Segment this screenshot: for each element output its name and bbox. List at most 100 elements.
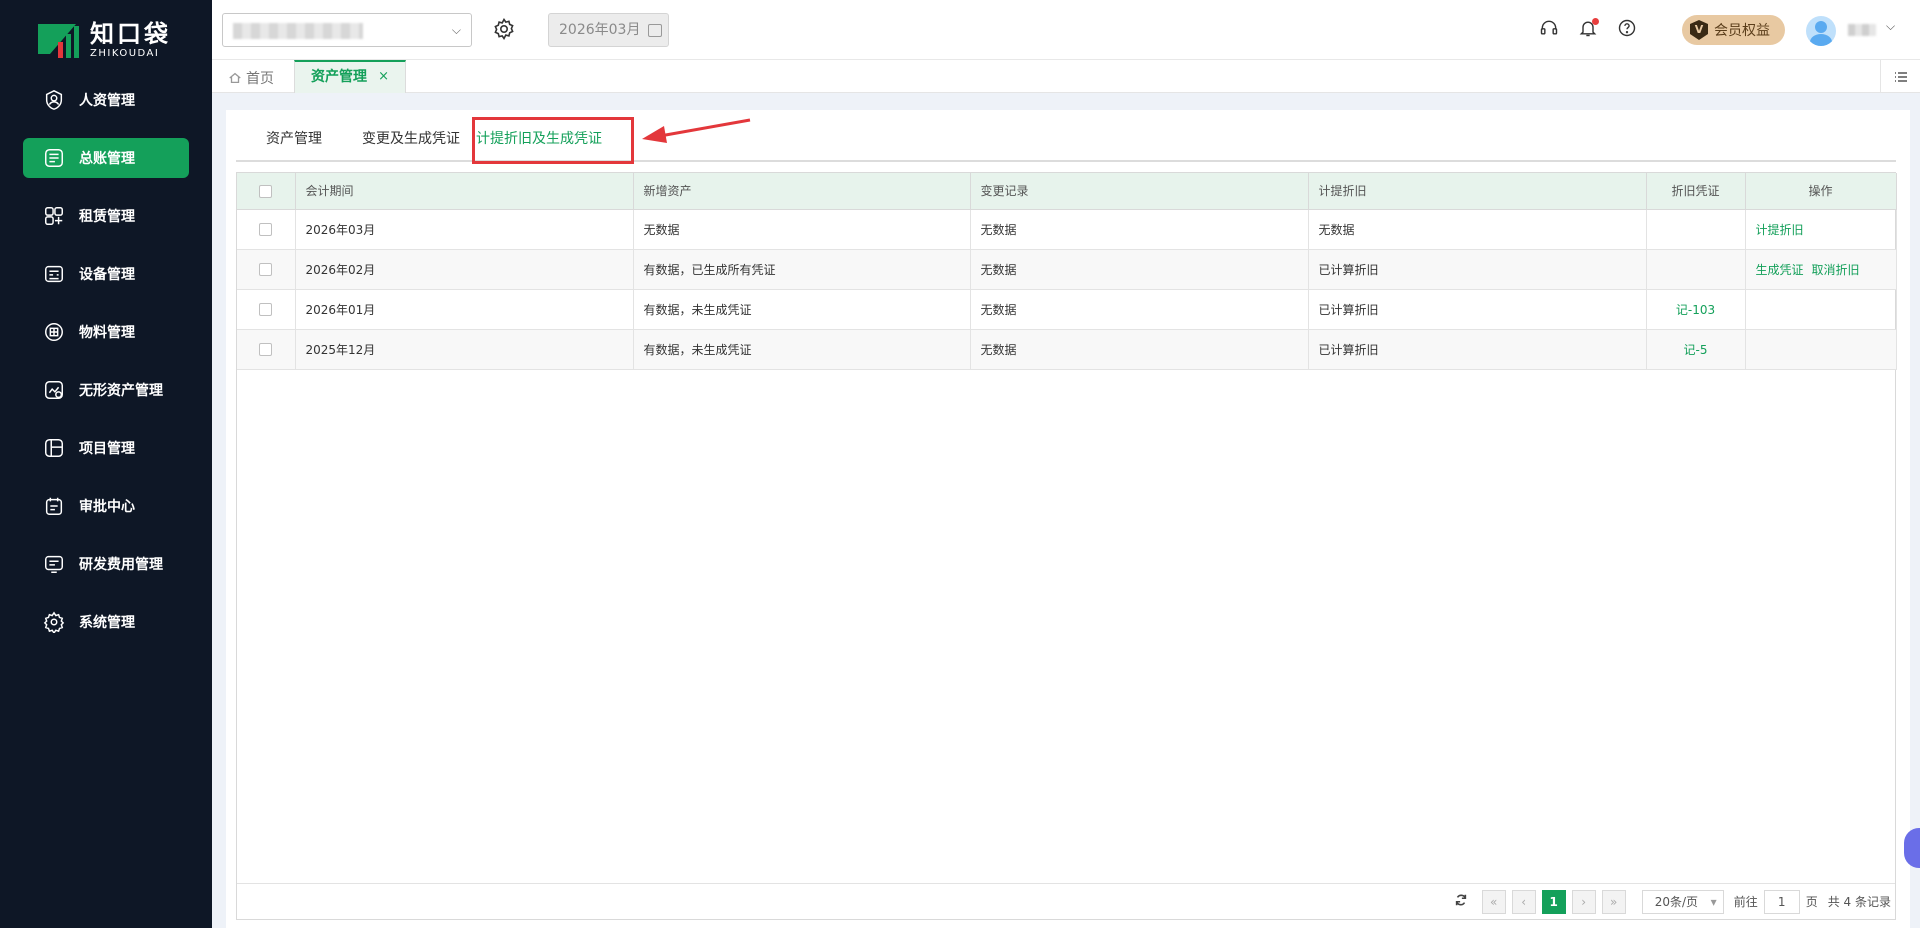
subtab-changes-vouchers[interactable]: 变更及生成凭证 bbox=[362, 128, 460, 148]
select-all-checkbox-cell bbox=[237, 173, 296, 210]
row-checkbox[interactable] bbox=[259, 303, 273, 316]
settings-gear-icon[interactable] bbox=[492, 17, 518, 43]
person-icon bbox=[43, 89, 65, 111]
goto-label: 前往 bbox=[1733, 895, 1758, 909]
sidebar-item-intangible-assets[interactable]: 无形资产管理 bbox=[23, 370, 189, 410]
headset-icon[interactable] bbox=[1539, 18, 1561, 40]
page-button-current[interactable]: 1 bbox=[1541, 889, 1566, 914]
table-row: 2026年01月 有数据，未生成凭证 无数据 已计算折旧 记-103 bbox=[237, 289, 1897, 330]
column-header[interactable]: 变更记录 bbox=[970, 173, 1309, 210]
row-checkbox-cell bbox=[237, 289, 296, 330]
sidebar-item-lease[interactable]: 租赁管理 bbox=[23, 196, 189, 236]
sidebar-item-equipment[interactable]: 设备管理 bbox=[23, 254, 189, 294]
chevron-down-icon[interactable]: ⌵ bbox=[1886, 19, 1895, 34]
company-name-redacted bbox=[233, 23, 363, 39]
cell-period: 2026年03月 bbox=[295, 209, 634, 250]
cell-new-assets: 无数据 bbox=[633, 209, 971, 250]
bell-icon[interactable] bbox=[1578, 18, 1600, 40]
username-redacted bbox=[1848, 24, 1876, 36]
company-select[interactable]: ⌵ bbox=[222, 13, 472, 47]
cell-depreciation: 已计算折旧 bbox=[1308, 249, 1647, 290]
cell-depreciation: 已计算折旧 bbox=[1308, 289, 1647, 330]
help-icon[interactable] bbox=[1617, 18, 1639, 40]
row-checkbox[interactable] bbox=[259, 343, 273, 356]
page-tabs: 首页 资产管理 × bbox=[212, 60, 1920, 93]
project-icon bbox=[43, 437, 65, 459]
row-checkbox-cell bbox=[237, 329, 296, 370]
sidebar-item-hr[interactable]: 人资管理 bbox=[23, 80, 189, 120]
page-size-select[interactable]: 20条/页 bbox=[1641, 889, 1724, 914]
home-icon bbox=[229, 72, 241, 84]
cell-actions: 生成凭证 取消折旧 bbox=[1745, 249, 1897, 290]
cell-changes: 无数据 bbox=[970, 209, 1309, 250]
avatar[interactable] bbox=[1806, 16, 1836, 46]
row-checkbox-cell bbox=[237, 249, 296, 290]
table-row: 2026年03月 无数据 无数据 无数据 计提折旧 bbox=[237, 209, 1897, 250]
page-unit-label: 页 bbox=[1805, 895, 1818, 909]
header-actions bbox=[1539, 18, 1639, 40]
chat-widget-icon[interactable] bbox=[1904, 828, 1920, 868]
tab-list-menu[interactable] bbox=[1880, 60, 1920, 93]
tab-label: 资产管理 bbox=[311, 69, 367, 85]
sidebar-item-label: 无形资产管理 bbox=[79, 383, 163, 399]
tab-home[interactable]: 首页 bbox=[228, 68, 274, 88]
sidebar-item-material[interactable]: 物料管理 bbox=[23, 312, 189, 352]
cell-period: 2025年12月 bbox=[295, 329, 634, 370]
sidebar-item-label: 研发费用管理 bbox=[79, 557, 163, 573]
tab-asset-management[interactable]: 资产管理 × bbox=[294, 60, 406, 93]
vip-label: 会员权益 bbox=[1714, 23, 1770, 39]
chevron-down-icon: ⌵ bbox=[451, 23, 461, 37]
sidebar-item-ledger[interactable]: 总账管理 bbox=[23, 138, 189, 178]
close-icon[interactable]: × bbox=[378, 62, 389, 92]
cell-voucher bbox=[1646, 249, 1746, 290]
column-header: 操作 bbox=[1745, 173, 1897, 210]
sidebar-item-projects[interactable]: 项目管理 bbox=[23, 428, 189, 468]
column-header[interactable]: 折旧凭证 bbox=[1646, 173, 1746, 210]
pagination: « ‹ 1 › » 20条/页 前往 1 页 共 4 条记录 bbox=[237, 883, 1895, 919]
tab-home-label: 首页 bbox=[246, 71, 274, 87]
generate-voucher-link[interactable]: 生成凭证 bbox=[1756, 263, 1804, 277]
column-header[interactable]: 会计期间 bbox=[295, 173, 634, 210]
subtab-asset-management[interactable]: 资产管理 bbox=[266, 128, 322, 148]
logo-subtitle: ZHIKOUDAI bbox=[90, 48, 160, 59]
cancel-depreciation-link[interactable]: 取消折旧 bbox=[1812, 263, 1860, 277]
app-logo[interactable]: 知口袋 ZHIKOUDAI bbox=[36, 20, 171, 62]
vip-benefits-button[interactable]: V 会员权益 bbox=[1682, 15, 1785, 45]
first-page-button[interactable]: « bbox=[1481, 889, 1506, 914]
sidebar-item-rnd-expense[interactable]: 研发费用管理 bbox=[23, 544, 189, 584]
row-checkbox[interactable] bbox=[259, 223, 273, 236]
period-picker[interactable]: 2026年03月 bbox=[548, 13, 669, 47]
voucher-link[interactable]: 记-103 bbox=[1676, 303, 1715, 317]
sidebar-item-label: 审批中心 bbox=[79, 499, 135, 515]
column-header[interactable]: 新增资产 bbox=[633, 173, 971, 210]
next-page-button[interactable]: › bbox=[1571, 889, 1596, 914]
sidebar-item-approval[interactable]: 审批中心 bbox=[23, 486, 189, 526]
vip-badge-icon: V bbox=[1690, 20, 1708, 40]
lease-icon bbox=[43, 205, 65, 227]
voucher-link[interactable]: 记-5 bbox=[1684, 343, 1708, 357]
cell-period: 2026年01月 bbox=[295, 289, 634, 330]
logo-title: 知口袋 bbox=[90, 20, 171, 48]
refresh-icon[interactable] bbox=[1454, 893, 1468, 910]
sidebar-item-label: 设备管理 bbox=[79, 267, 135, 283]
sidebar-item-system[interactable]: 系统管理 bbox=[23, 602, 189, 642]
prev-page-button[interactable]: ‹ bbox=[1511, 889, 1536, 914]
intangible-asset-icon bbox=[43, 379, 65, 401]
cell-changes: 无数据 bbox=[970, 289, 1309, 330]
last-page-button[interactable]: » bbox=[1601, 889, 1626, 914]
goto-page-input[interactable]: 1 bbox=[1763, 889, 1800, 914]
sidebar-item-label: 项目管理 bbox=[79, 441, 135, 457]
sidebar: 知口袋 ZHIKOUDAI 人资管理 总账管理 租赁管理 设备管理 物料管理 无… bbox=[0, 0, 212, 928]
column-header[interactable]: 计提折旧 bbox=[1308, 173, 1647, 210]
sidebar-item-label: 系统管理 bbox=[79, 615, 135, 631]
row-checkbox-cell bbox=[237, 209, 296, 250]
cell-changes: 无数据 bbox=[970, 249, 1309, 290]
calc-depreciation-link[interactable]: 计提折旧 bbox=[1756, 223, 1804, 237]
annotation-highlight-box bbox=[472, 117, 634, 164]
row-checkbox[interactable] bbox=[259, 263, 273, 276]
sidebar-item-label: 总账管理 bbox=[79, 151, 135, 167]
select-all-checkbox[interactable] bbox=[259, 184, 273, 198]
material-icon bbox=[43, 321, 65, 343]
cell-actions: 计提折旧 bbox=[1745, 209, 1897, 250]
period-value: 2026年03月 bbox=[559, 22, 641, 38]
